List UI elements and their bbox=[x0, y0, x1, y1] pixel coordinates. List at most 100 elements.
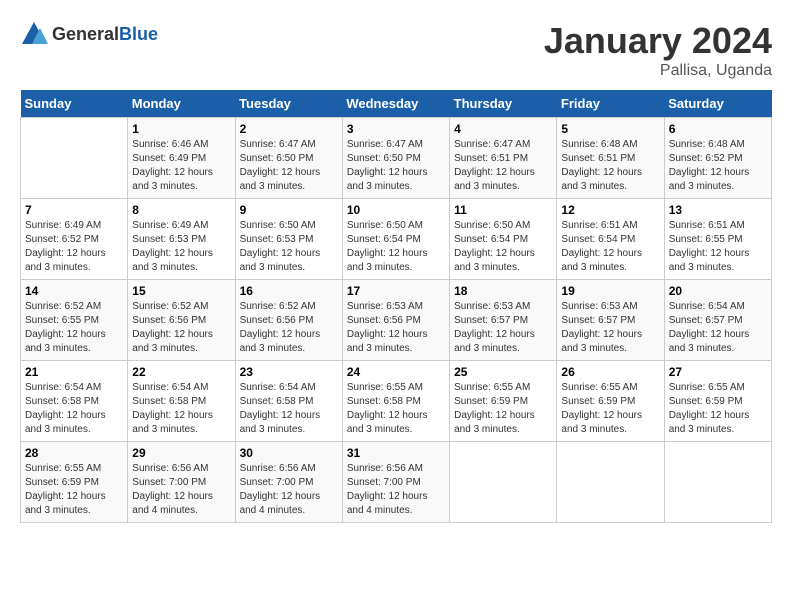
logo: GeneralBlue bbox=[20, 20, 158, 48]
calendar-cell: 22 Sunrise: 6:54 AMSunset: 6:58 PMDayligh… bbox=[128, 361, 235, 442]
day-info: Sunrise: 6:55 AMSunset: 6:59 PMDaylight:… bbox=[561, 381, 659, 437]
day-info: Sunrise: 6:47 AMSunset: 6:50 PMDaylight:… bbox=[347, 138, 445, 194]
calendar-cell: 26Sunrise: 6:55 AMSunset: 6:59 PMDayligh… bbox=[557, 361, 664, 442]
day-info: Sunrise: 6:49 AMSunset: 6:52 PMDaylight:… bbox=[25, 219, 123, 275]
day-number: 8 bbox=[132, 203, 230, 217]
header-sunday: Sunday bbox=[21, 90, 128, 118]
calendar-cell: 25 Sunrise: 6:55 AMSunset: 6:59 PMDayligh… bbox=[450, 361, 557, 442]
day-number: 16 bbox=[240, 284, 338, 298]
calendar-cell: 27Sunrise: 6:55 AMSunset: 6:59 PMDayligh… bbox=[664, 361, 771, 442]
day-info: Sunrise: 6:54 AMSunset: 6:58 PMDaylight:… bbox=[132, 381, 230, 437]
subtitle: Pallisa, Uganda bbox=[544, 62, 772, 80]
calendar-cell: 31Sunrise: 6:56 AMSunset: 7:00 PMDayligh… bbox=[342, 442, 449, 523]
day-number: 17 bbox=[347, 284, 445, 298]
day-number: 10 bbox=[347, 203, 445, 217]
day-number: 22 bbox=[132, 365, 230, 379]
calendar-cell: 9Sunrise: 6:50 AMSunset: 6:53 PMDaylight… bbox=[235, 199, 342, 280]
calendar-cell bbox=[450, 442, 557, 523]
calendar-cell: 30 Sunrise: 6:56 AMSunset: 7:00 PMDayligh… bbox=[235, 442, 342, 523]
day-info: Sunrise: 6:50 AMSunset: 6:54 PMDaylight:… bbox=[454, 219, 552, 275]
calendar-cell: 8Sunrise: 6:49 AMSunset: 6:53 PMDaylight… bbox=[128, 199, 235, 280]
calendar-cell: 21 Sunrise: 6:54 AMSunset: 6:58 PMDayligh… bbox=[21, 361, 128, 442]
day-info: Sunrise: 6:53 AMSunset: 6:56 PMDaylight:… bbox=[347, 300, 445, 356]
calendar-cell: 5 Sunrise: 6:48 AMSunset: 6:51 PMDaylight… bbox=[557, 118, 664, 199]
header-thursday: Thursday bbox=[450, 90, 557, 118]
day-number: 25 bbox=[454, 365, 552, 379]
header-monday: Monday bbox=[128, 90, 235, 118]
calendar-cell: 4Sunrise: 6:47 AMSunset: 6:51 PMDaylight… bbox=[450, 118, 557, 199]
day-info: Sunrise: 6:55 AMSunset: 6:58 PMDaylight:… bbox=[347, 381, 445, 437]
calendar-cell: 6 Sunrise: 6:48 AMSunset: 6:52 PMDaylight… bbox=[664, 118, 771, 199]
day-number: 30 bbox=[240, 446, 338, 460]
day-number: 23 bbox=[240, 365, 338, 379]
day-number: 21 bbox=[25, 365, 123, 379]
day-number: 4 bbox=[454, 122, 552, 136]
calendar-cell: 15 Sunrise: 6:52 AMSunset: 6:56 PMDayligh… bbox=[128, 280, 235, 361]
day-info: Sunrise: 6:54 AMSunset: 6:58 PMDaylight:… bbox=[25, 381, 123, 437]
day-info: Sunrise: 6:52 AMSunset: 6:55 PMDaylight:… bbox=[25, 300, 123, 356]
day-number: 29 bbox=[132, 446, 230, 460]
day-info: Sunrise: 6:53 AMSunset: 6:57 PMDaylight:… bbox=[454, 300, 552, 356]
day-info: Sunrise: 6:46 AMSunset: 6:49 PMDaylight:… bbox=[132, 138, 230, 194]
calendar-cell: 16 Sunrise: 6:52 AMSunset: 6:56 PMDayligh… bbox=[235, 280, 342, 361]
day-info: Sunrise: 6:50 AMSunset: 6:54 PMDaylight:… bbox=[347, 219, 445, 275]
day-number: 1 bbox=[132, 122, 230, 136]
day-number: 19 bbox=[561, 284, 659, 298]
calendar-cell bbox=[21, 118, 128, 199]
day-number: 6 bbox=[669, 122, 767, 136]
day-number: 3 bbox=[347, 122, 445, 136]
day-info: Sunrise: 6:51 AMSunset: 6:55 PMDaylight:… bbox=[669, 219, 767, 275]
calendar-cell: 18 Sunrise: 6:53 AMSunset: 6:57 PMDayligh… bbox=[450, 280, 557, 361]
calendar-cell: 24 Sunrise: 6:55 AMSunset: 6:58 PMDayligh… bbox=[342, 361, 449, 442]
day-number: 24 bbox=[347, 365, 445, 379]
day-info: Sunrise: 6:48 AMSunset: 6:52 PMDaylight:… bbox=[669, 138, 767, 194]
calendar-cell bbox=[664, 442, 771, 523]
day-info: Sunrise: 6:52 AMSunset: 6:56 PMDaylight:… bbox=[132, 300, 230, 356]
day-info: Sunrise: 6:53 AMSunset: 6:57 PMDaylight:… bbox=[561, 300, 659, 356]
page-header: GeneralBlue January 2024 Pallisa, Uganda bbox=[20, 20, 772, 80]
calendar-cell: 29 Sunrise: 6:56 AMSunset: 7:00 PMDayligh… bbox=[128, 442, 235, 523]
logo-blue: Blue bbox=[119, 24, 158, 44]
calendar-cell: 2Sunrise: 6:47 AMSunset: 6:50 PMDaylight… bbox=[235, 118, 342, 199]
day-info: Sunrise: 6:56 AMSunset: 7:00 PMDaylight:… bbox=[347, 462, 445, 518]
day-number: 28 bbox=[25, 446, 123, 460]
day-number: 5 bbox=[561, 122, 659, 136]
day-number: 11 bbox=[454, 203, 552, 217]
day-info: Sunrise: 6:54 AMSunset: 6:57 PMDaylight:… bbox=[669, 300, 767, 356]
calendar-cell: 7 Sunrise: 6:49 AMSunset: 6:52 PMDaylight… bbox=[21, 199, 128, 280]
day-number: 18 bbox=[454, 284, 552, 298]
week-row-4: 21 Sunrise: 6:54 AMSunset: 6:58 PMDayligh… bbox=[21, 361, 772, 442]
calendar-cell: 20 Sunrise: 6:54 AMSunset: 6:57 PMDayligh… bbox=[664, 280, 771, 361]
main-title: January 2024 bbox=[544, 20, 772, 62]
calendar-cell: 23 Sunrise: 6:54 AMSunset: 6:58 PMDayligh… bbox=[235, 361, 342, 442]
calendar-cell: 12Sunrise: 6:51 AMSunset: 6:54 PMDayligh… bbox=[557, 199, 664, 280]
day-info: Sunrise: 6:55 AMSunset: 6:59 PMDaylight:… bbox=[454, 381, 552, 437]
day-number: 9 bbox=[240, 203, 338, 217]
day-info: Sunrise: 6:48 AMSunset: 6:51 PMDaylight:… bbox=[561, 138, 659, 194]
day-info: Sunrise: 6:47 AMSunset: 6:50 PMDaylight:… bbox=[240, 138, 338, 194]
day-info: Sunrise: 6:56 AMSunset: 7:00 PMDaylight:… bbox=[132, 462, 230, 518]
header-friday: Friday bbox=[557, 90, 664, 118]
calendar-cell: 11 Sunrise: 6:50 AMSunset: 6:54 PMDayligh… bbox=[450, 199, 557, 280]
calendar-table: SundayMondayTuesdayWednesdayThursdayFrid… bbox=[20, 90, 772, 523]
week-row-2: 7 Sunrise: 6:49 AMSunset: 6:52 PMDaylight… bbox=[21, 199, 772, 280]
day-number: 20 bbox=[669, 284, 767, 298]
calendar-cell: 28 Sunrise: 6:55 AMSunset: 6:59 PMDayligh… bbox=[21, 442, 128, 523]
day-number: 15 bbox=[132, 284, 230, 298]
logo-text: GeneralBlue bbox=[52, 24, 158, 45]
calendar-cell: 13Sunrise: 6:51 AMSunset: 6:55 PMDayligh… bbox=[664, 199, 771, 280]
header-saturday: Saturday bbox=[664, 90, 771, 118]
day-info: Sunrise: 6:54 AMSunset: 6:58 PMDaylight:… bbox=[240, 381, 338, 437]
calendar-cell: 1 Sunrise: 6:46 AMSunset: 6:49 PMDaylight… bbox=[128, 118, 235, 199]
day-info: Sunrise: 6:52 AMSunset: 6:56 PMDaylight:… bbox=[240, 300, 338, 356]
day-number: 7 bbox=[25, 203, 123, 217]
day-info: Sunrise: 6:55 AMSunset: 6:59 PMDaylight:… bbox=[25, 462, 123, 518]
header-tuesday: Tuesday bbox=[235, 90, 342, 118]
logo-general: General bbox=[52, 24, 119, 44]
day-number: 12 bbox=[561, 203, 659, 217]
calendar-cell: 10 Sunrise: 6:50 AMSunset: 6:54 PMDayligh… bbox=[342, 199, 449, 280]
week-row-3: 14Sunrise: 6:52 AMSunset: 6:55 PMDayligh… bbox=[21, 280, 772, 361]
header-wednesday: Wednesday bbox=[342, 90, 449, 118]
week-row-1: 1 Sunrise: 6:46 AMSunset: 6:49 PMDaylight… bbox=[21, 118, 772, 199]
day-info: Sunrise: 6:56 AMSunset: 7:00 PMDaylight:… bbox=[240, 462, 338, 518]
